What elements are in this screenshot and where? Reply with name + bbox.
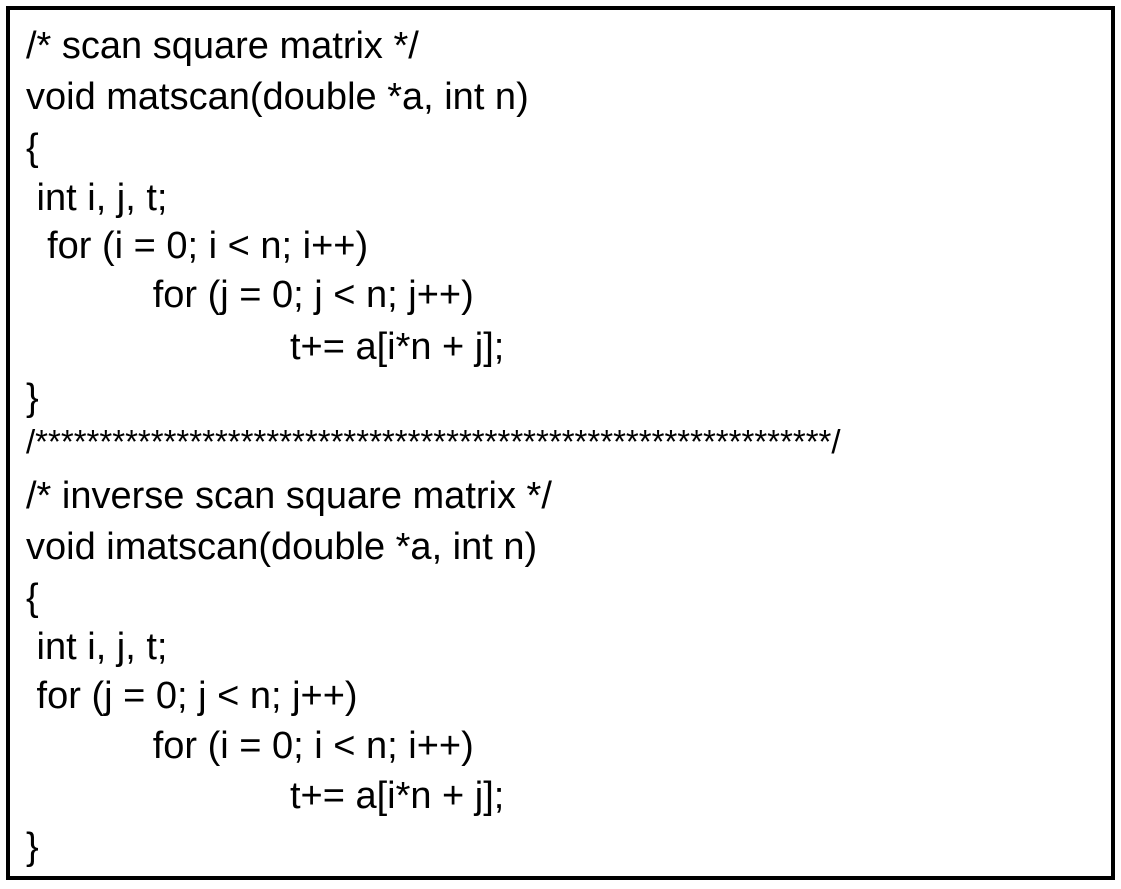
- code-line-declaration: int i, j, t;: [26, 177, 168, 219]
- code-line-declaration: int i, j, t;: [26, 626, 168, 668]
- code-line-outer-loop: for (j = 0; j < n; j++): [26, 675, 358, 717]
- code-listing-box: /* scan square matrix */ void matscan(do…: [6, 6, 1115, 880]
- code-line-accumulate: t+= a[i*n + j];: [26, 326, 505, 368]
- code-line-inner-loop: for (j = 0; j < n; j++): [26, 274, 474, 316]
- code-line-open-brace: {: [26, 127, 39, 169]
- code-line-close-brace: }: [26, 377, 39, 419]
- code-line-imatscan-signature: void imatscan(double *a, int n): [26, 526, 538, 568]
- code-line-accumulate: t+= a[i*n + j];: [26, 775, 505, 817]
- code-line-open-brace: {: [26, 577, 39, 619]
- code-line-comment-inverse-scan: /* inverse scan square matrix */: [26, 475, 552, 517]
- code-line-close-brace: }: [26, 826, 39, 868]
- code-line-outer-loop: for (i = 0; i < n; i++): [26, 225, 369, 267]
- code-line-inner-loop: for (i = 0; i < n; i++): [26, 725, 474, 767]
- code-line-comment-scan: /* scan square matrix */: [26, 25, 419, 67]
- code-line-matscan-signature: void matscan(double *a, int n): [26, 76, 529, 118]
- code-line-separator: /***************************************…: [26, 423, 841, 460]
